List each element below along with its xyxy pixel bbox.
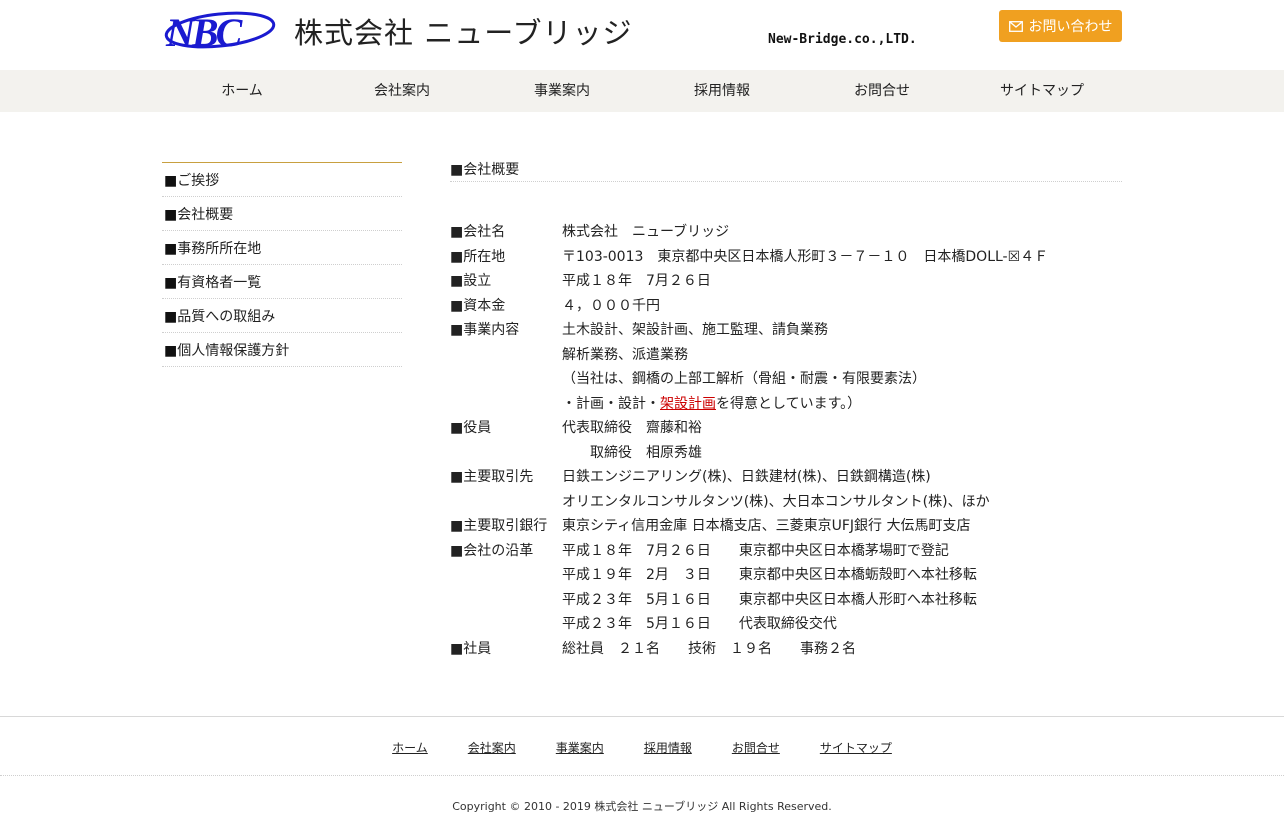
logo-text: NBC <box>165 10 244 52</box>
footer-link-recruit[interactable]: 採用情報 <box>644 739 692 756</box>
info-row-banks: ■主要取引銀行 東京シティ信用金庫 日本橋支店、三菱東京UFJ銀行 大伝馬町支店 <box>450 514 1122 539</box>
contact-button-label: お問い合わせ <box>1028 19 1113 35</box>
page-title: ■会社概要 <box>450 160 1122 182</box>
history-line: 平成１９年 2月 ３日 東京都中央区日本橋蛎殻町へ本社移転 <box>562 567 977 583</box>
footer-link-home[interactable]: ホーム <box>392 739 428 756</box>
sidebar-item-office[interactable]: ■事務所所在地 <box>162 231 402 265</box>
history-line: 平成１８年 7月２６日 東京都中央区日本橋茅場町で登記 <box>562 542 949 559</box>
sidebar-item-label: 事務所所在地 <box>177 241 262 257</box>
footer-link-company[interactable]: 会社案内 <box>468 739 516 756</box>
business-line: 土木設計、架設計画、施工監理、請負業務 <box>562 322 828 338</box>
info-value: ４，０００千円 <box>562 297 660 314</box>
info-value: 日鉄エンジニアリング(株)、日鉄建材(株)、日鉄鋼構造(株) オリエンタルコンサ… <box>562 465 1122 514</box>
company-name: 株式会社 ニューブリッジ <box>294 16 633 50</box>
info-value: 代表取締役 齋藤和裕 取締役 相原秀雄 <box>562 416 1122 465</box>
footer-link-contact[interactable]: お問合せ <box>732 739 780 756</box>
info-label: ■所在地 <box>450 248 506 265</box>
nav-item-home[interactable]: ホーム <box>162 70 322 112</box>
sidebar-item-label: 会社概要 <box>177 207 234 223</box>
business-line: （当社は、鋼橋の上部工解析（骨組・耐震・有限要素法） <box>562 371 926 387</box>
info-label: ■社員 <box>450 640 492 657</box>
business-line-text: を得意としています。） <box>716 395 862 412</box>
sidebar-item-quality[interactable]: ■品質への取組み <box>162 299 402 333</box>
contact-button[interactable]: お問い合わせ <box>999 10 1122 42</box>
info-value: 総社員 ２１名 技術 １９名 事務２名 <box>562 640 856 657</box>
info-label: ■設立 <box>450 273 492 289</box>
info-label: ■役員 <box>450 420 492 436</box>
info-label: ■資本金 <box>450 297 506 314</box>
business-line: 解析業務、派遣業務 <box>562 346 688 363</box>
footer-link-sitemap[interactable]: サイトマップ <box>820 739 892 756</box>
info-value: 〒103-0013 東京都中央区日本橋人形町３－７－１０ 日本橋DOLL-☒４Ｆ <box>562 248 1049 265</box>
main-content: ■会社概要 <box>450 160 1122 182</box>
footer-link-business[interactable]: 事業案内 <box>556 739 604 756</box>
info-value: 平成１８年 7月２６日 <box>562 273 711 289</box>
business-line: ・計画・設計・架設計画を得意としています。） <box>562 392 1122 417</box>
business-line-text: ・計画・設計・ <box>562 395 660 412</box>
info-row-business: ■事業内容 土木設計、架設計画、施工監理、請負業務 解析業務、派遣業務 （当社は… <box>450 318 1122 416</box>
info-label: ■主要取引先 <box>450 469 534 485</box>
sidebar-item-greeting[interactable]: ■ご挨拶 <box>162 163 402 197</box>
sidebar-marker: ■ <box>164 241 178 257</box>
sidebar-marker: ■ <box>164 309 178 325</box>
info-row-company-name: ■会社名 株式会社 ニューブリッジ <box>450 220 1122 245</box>
sidebar-marker: ■ <box>164 207 178 223</box>
sidebar-item-label: 有資格者一覧 <box>177 275 262 291</box>
copyright: Copyright © 2010 - 2019 株式会社 ニューブリッジ All… <box>452 800 832 813</box>
officer-line: 代表取締役 齋藤和裕 <box>562 420 702 436</box>
company-english-name: New-Bridge.co.,LTD. <box>768 32 917 47</box>
info-label: ■会社名 <box>450 224 506 240</box>
sidebar-item-privacy[interactable]: ■個人情報保護方針 <box>162 333 402 367</box>
company-logo[interactable]: NBC <box>162 8 278 55</box>
mail-icon <box>1008 20 1023 32</box>
erection-plan-link[interactable]: 架設計画 <box>660 396 716 412</box>
info-row-clients: ■主要取引先 日鉄エンジニアリング(株)、日鉄建材(株)、日鉄鋼構造(株) オリ… <box>450 465 1122 514</box>
info-row-history: ■会社の沿革 平成１８年 7月２６日 東京都中央区日本橋茅場町で登記 平成１９年… <box>450 539 1122 637</box>
sidebar-item-overview[interactable]: ■会社概要 <box>162 197 402 231</box>
info-row-address: ■所在地 〒103-0013 東京都中央区日本橋人形町３－７－１０ 日本橋DOL… <box>450 245 1122 270</box>
sidebar-marker: ■ <box>164 343 178 359</box>
history-line: 平成２３年 5月１６日 東京都中央区日本橋人形町へ本社移転 <box>562 591 977 608</box>
nav-item-sitemap[interactable]: サイトマップ <box>962 70 1122 112</box>
info-row-founded: ■設立 平成１８年 7月２６日 <box>450 269 1122 294</box>
sidebar-marker: ■ <box>164 173 178 189</box>
sidebar-item-label: ご挨拶 <box>177 173 220 189</box>
info-value: 平成１８年 7月２６日 東京都中央区日本橋茅場町で登記 平成１９年 2月 ３日 … <box>562 539 1122 637</box>
info-row-officers: ■役員 代表取締役 齋藤和裕 取締役 相原秀雄 <box>450 416 1122 465</box>
sidebar-item-label: 品質への取組み <box>177 309 276 325</box>
info-label: ■会社の沿革 <box>450 542 534 559</box>
footer-nav: ホーム 会社案内 事業案内 採用情報 お問合せ サイトマップ <box>0 716 1284 776</box>
officer-line: 取締役 相原秀雄 <box>562 444 702 461</box>
info-label: ■事業内容 <box>450 322 520 338</box>
info-row-staff: ■社員 総社員 ２１名 技術 １９名 事務２名 <box>450 637 1122 662</box>
info-value: 土木設計、架設計画、施工監理、請負業務 解析業務、派遣業務 （当社は、鋼橋の上部… <box>562 318 1122 416</box>
nav-item-business[interactable]: 事業案内 <box>482 70 642 112</box>
info-row-capital: ■資本金 ４，０００千円 <box>450 294 1122 319</box>
company-info-table: ■会社名 株式会社 ニューブリッジ ■所在地 〒103-0013 東京都中央区日… <box>450 220 1122 661</box>
info-value: 東京シティ信用金庫 日本橋支店、三菱東京UFJ銀行 大伝馬町支店 <box>562 518 971 534</box>
client-line: オリエンタルコンサルタンツ(株)、大日本コンサルタント(株)、ほか <box>562 493 990 510</box>
side-nav: ■ご挨拶 ■会社概要 ■事務所所在地 ■有資格者一覧 ■品質への取組み ■個人情… <box>162 162 402 367</box>
nav-item-contact[interactable]: お問合せ <box>802 70 962 112</box>
nav-item-recruit[interactable]: 採用情報 <box>642 70 802 112</box>
sidebar-item-qualified[interactable]: ■有資格者一覧 <box>162 265 402 299</box>
sidebar-item-label: 個人情報保護方針 <box>177 343 290 359</box>
client-line: 日鉄エンジニアリング(株)、日鉄建材(株)、日鉄鋼構造(株) <box>562 469 931 485</box>
info-label: ■主要取引銀行 <box>450 518 548 534</box>
sidebar-marker: ■ <box>164 275 178 291</box>
site-header: NBC 株式会社 ニューブリッジ New-Bridge.co.,LTD. お問い… <box>0 0 1284 70</box>
nav-item-company[interactable]: 会社案内 <box>322 70 482 112</box>
history-line: 平成２３年 5月１６日 代表取締役交代 <box>562 616 837 632</box>
info-value: 株式会社 ニューブリッジ <box>562 224 730 240</box>
global-nav: ホーム 会社案内 事業案内 採用情報 お問合せ サイトマップ <box>0 70 1284 112</box>
